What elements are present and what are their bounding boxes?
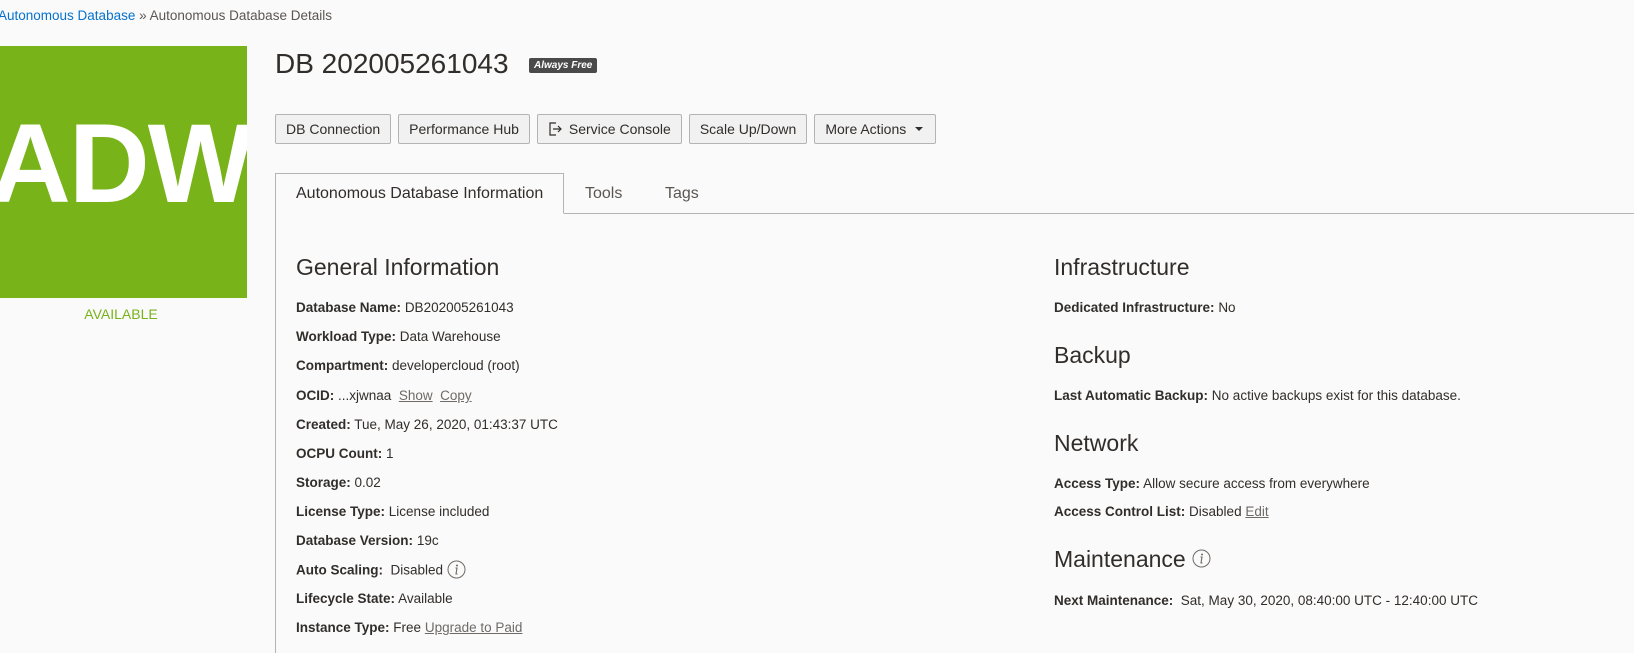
ocid-label: OCID: <box>296 388 335 403</box>
info-row-auto-scaling: Auto Scaling: Disabled <box>296 560 466 582</box>
info-row-storage: Storage: 0.02 <box>296 475 381 490</box>
info-row-access-control-list: Access Control List: Disabled Edit <box>1054 504 1269 519</box>
license-type-label: License Type: <box>296 504 386 519</box>
maintenance-heading: Maintenance <box>1054 546 1211 574</box>
page-title: DB 202005261043 <box>275 48 509 79</box>
access-type-value: Allow secure access from everywhere <box>1143 476 1370 491</box>
info-row-ocpu-count: OCPU Count: 1 <box>296 446 394 461</box>
upgrade-to-paid-link[interactable]: Upgrade to Paid <box>425 620 523 635</box>
breadcrumb-separator: » <box>135 8 150 23</box>
maintenance-info-icon[interactable] <box>1192 547 1211 574</box>
info-row-database-name: Database Name: DB202005261043 <box>296 300 514 315</box>
lifecycle-state-value: Available <box>398 591 453 606</box>
performance-hub-button[interactable]: Performance Hub <box>398 114 530 144</box>
more-actions-button[interactable]: More Actions <box>814 114 937 144</box>
ocid-show-link[interactable]: Show <box>399 388 433 403</box>
access-type-label: Access Type: <box>1054 476 1141 491</box>
ocpu-count-label: OCPU Count: <box>296 446 383 461</box>
info-row-created: Created: Tue, May 26, 2020, 01:43:37 UTC <box>296 417 558 432</box>
info-row-access-type: Access Type: Allow secure access from ev… <box>1054 476 1370 491</box>
ocid-value: ...xjwnaa <box>338 388 392 403</box>
detail-tabs: Autonomous Database Information Tools Ta… <box>275 173 1634 214</box>
info-row-next-maintenance: Next Maintenance: Sat, May 30, 2020, 08:… <box>1054 593 1478 608</box>
info-row-workload-type: Workload Type: Data Warehouse <box>296 329 501 344</box>
compartment-label: Compartment: <box>296 358 389 373</box>
info-row-database-version: Database Version: 19c <box>296 533 439 548</box>
more-actions-button-label: More Actions <box>825 121 907 137</box>
action-toolbar: DB Connection Performance Hub Service Co… <box>275 114 937 144</box>
tab-tags[interactable]: Tags <box>665 174 699 213</box>
auto-scaling-label: Auto Scaling: <box>296 562 383 578</box>
access-control-list-label: Access Control List: <box>1054 504 1186 519</box>
created-value: Tue, May 26, 2020, 01:43:37 UTC <box>354 417 558 432</box>
info-row-license-type: License Type: License included <box>296 504 489 519</box>
infrastructure-heading: Infrastructure <box>1054 254 1190 280</box>
access-control-list-edit-link[interactable]: Edit <box>1245 504 1268 519</box>
compartment-value: developercloud (root) <box>392 358 520 373</box>
dedicated-infrastructure-value: No <box>1218 300 1236 315</box>
info-row-lifecycle-state: Lifecycle State: Available <box>296 591 453 606</box>
ocpu-count-value: 1 <box>386 446 394 461</box>
breadcrumb-current: Autonomous Database Details <box>149 8 332 23</box>
database-name-value: DB202005261043 <box>404 300 514 315</box>
license-type-value: License included <box>388 504 490 519</box>
general-information-heading: General Information <box>296 254 500 280</box>
last-automatic-backup-label: Last Automatic Backup: <box>1054 388 1209 403</box>
info-row-compartment: Compartment: developercloud (root) <box>296 358 520 373</box>
access-control-list-value: Disabled <box>1189 504 1242 519</box>
workload-type-value: Data Warehouse <box>399 329 501 344</box>
breadcrumb: Autonomous Database » Autonomous Databas… <box>0 8 332 23</box>
tab-panel-border <box>275 213 276 653</box>
next-maintenance-label: Next Maintenance: <box>1054 593 1174 608</box>
adw-logo-text: ADW <box>0 101 247 226</box>
external-link-icon <box>548 122 562 136</box>
db-connection-button-label: DB Connection <box>286 121 381 137</box>
database-name-label: Database Name: <box>296 300 402 315</box>
ocid-copy-link[interactable]: Copy <box>440 388 472 403</box>
service-console-button-label: Service Console <box>568 121 671 137</box>
dedicated-infrastructure-label: Dedicated Infrastructure: <box>1054 300 1215 315</box>
workload-type-label: Workload Type: <box>296 329 397 344</box>
info-row-ocid: OCID: ...xjwnaa Show Copy <box>296 388 472 403</box>
storage-label: Storage: <box>296 475 351 490</box>
scale-up-down-button-label: Scale Up/Down <box>699 121 797 137</box>
service-console-button[interactable]: Service Console <box>536 114 682 144</box>
database-version-value: 19c <box>416 533 439 548</box>
lifecycle-state-label: Lifecycle State: <box>296 591 396 606</box>
info-row-instance-type: Instance Type: Free Upgrade to Paid <box>296 620 522 635</box>
adw-logo-tile: ADW <box>0 46 247 298</box>
tab-tools[interactable]: Tools <box>585 174 622 213</box>
db-connection-button[interactable]: DB Connection <box>275 114 392 144</box>
always-free-badge: Always Free <box>529 58 598 73</box>
breadcrumb-link-autonomous-database[interactable]: Autonomous Database <box>0 8 135 23</box>
created-label: Created: <box>296 417 351 432</box>
instance-type-label: Instance Type: <box>296 620 390 635</box>
instance-type-value: Free <box>393 620 422 635</box>
database-version-label: Database Version: <box>296 533 414 548</box>
storage-value: 0.02 <box>354 475 381 490</box>
scale-up-down-button[interactable]: Scale Up/Down <box>688 114 808 144</box>
performance-hub-button-label: Performance Hub <box>409 121 519 137</box>
network-heading: Network <box>1054 430 1139 456</box>
backup-heading: Backup <box>1054 342 1131 368</box>
info-row-last-automatic-backup: Last Automatic Backup: No active backups… <box>1054 388 1461 403</box>
auto-scaling-value: Disabled <box>390 562 444 578</box>
info-row-dedicated-infrastructure: Dedicated Infrastructure: No <box>1054 300 1236 315</box>
lifecycle-status-label: AVAILABLE <box>84 306 158 322</box>
caret-down-icon <box>913 123 925 135</box>
last-automatic-backup-value: No active backups exist for this databas… <box>1211 388 1461 403</box>
maintenance-heading-text: Maintenance <box>1054 546 1186 572</box>
auto-scaling-info-icon[interactable] <box>447 560 466 582</box>
tab-autonomous-database-information[interactable]: Autonomous Database Information <box>275 173 565 214</box>
next-maintenance-value: Sat, May 30, 2020, 08:40:00 UTC - 12:40:… <box>1180 593 1478 608</box>
